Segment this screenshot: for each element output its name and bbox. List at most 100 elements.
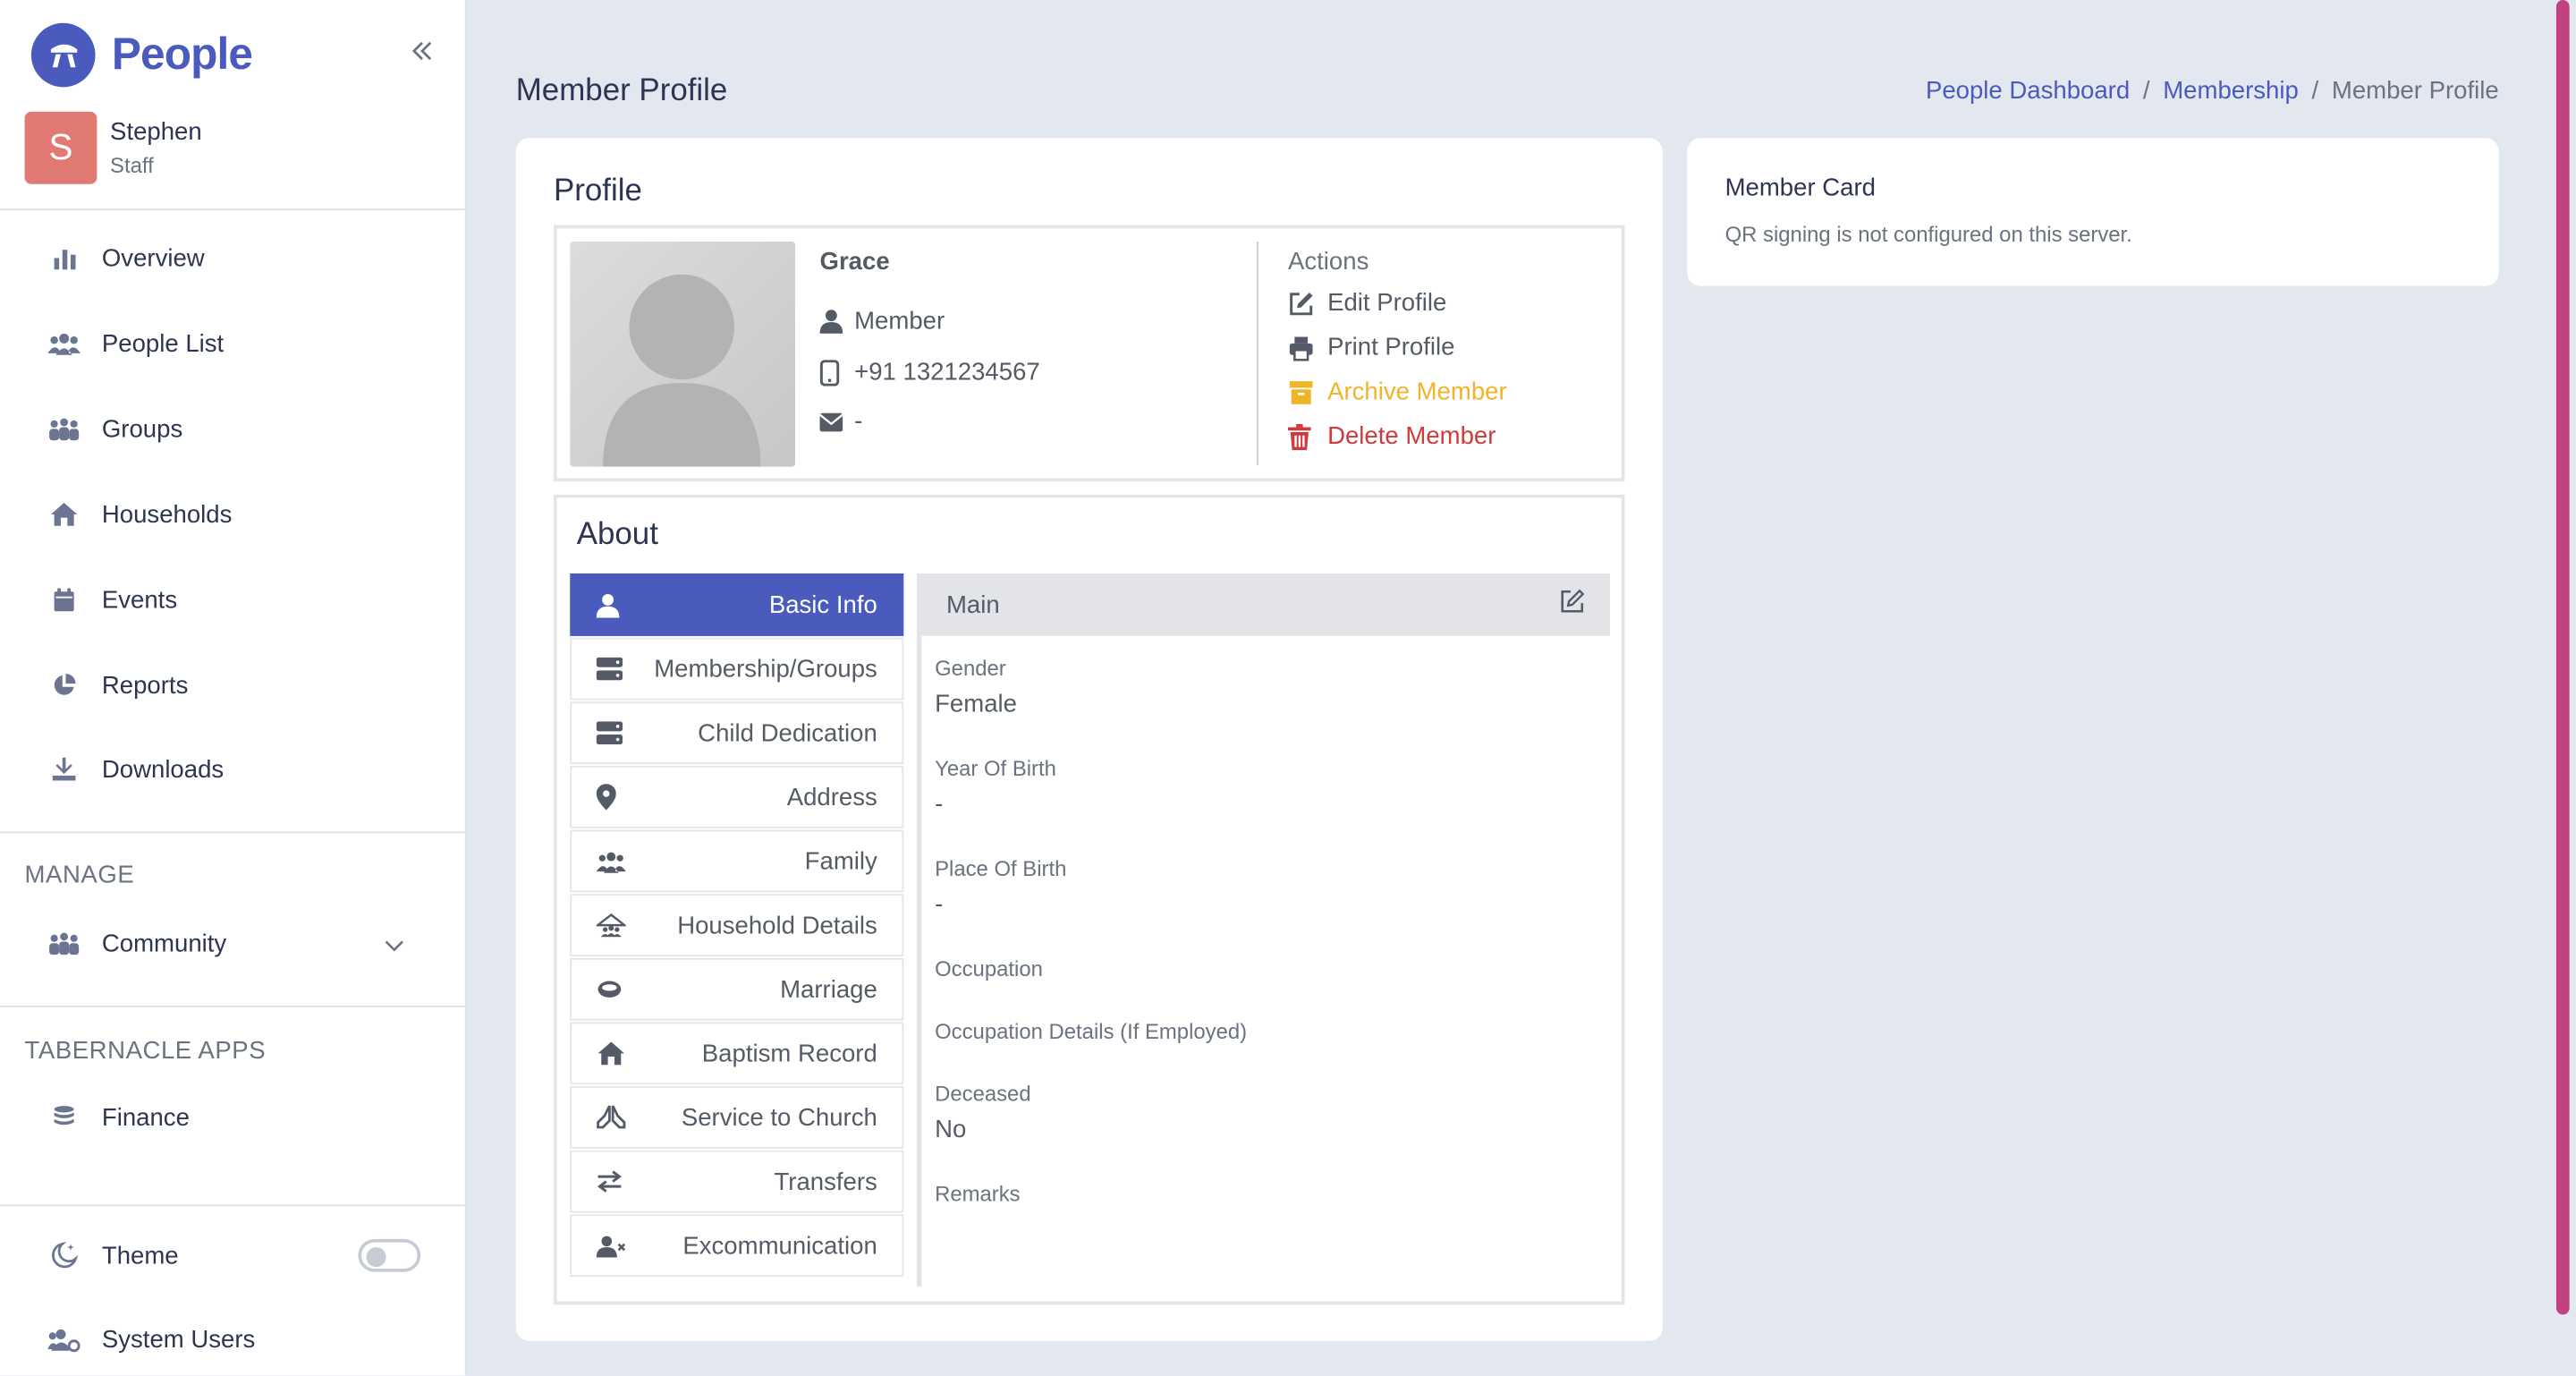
nav-label: People List [101, 329, 225, 358]
server-icon [596, 721, 626, 745]
breadcrumb-current: Member Profile [2331, 77, 2499, 106]
nav-groups[interactable]: Groups [46, 406, 182, 452]
breadcrumb-membership[interactable]: Membership [2163, 77, 2299, 105]
main-section-header: Main [916, 573, 1610, 636]
logo-icon [30, 22, 96, 88]
email-row: - [819, 407, 863, 436]
mobile-icon [819, 359, 843, 386]
nav-community[interactable]: Community [46, 921, 226, 966]
family-icon [596, 849, 626, 874]
user-remove-icon [596, 1233, 626, 1258]
printer-icon [1288, 335, 1314, 361]
nav-people-list[interactable]: People List [46, 320, 224, 366]
collapse-sidebar-icon[interactable] [411, 36, 436, 69]
brand[interactable]: People [30, 22, 253, 88]
user-icon [596, 592, 626, 617]
users-icon [46, 328, 81, 358]
actions-title: Actions [1288, 248, 1369, 276]
actions-divider [1257, 242, 1258, 465]
delete-member-label: Delete Member [1327, 422, 1496, 451]
nav-label: Events [101, 585, 178, 615]
tab-label: Household Details [677, 911, 877, 939]
edit-icon[interactable] [1559, 589, 1585, 622]
archive-member-button[interactable]: Archive Member [1288, 378, 1507, 406]
tab-address[interactable]: Address [570, 765, 904, 828]
nav-reports[interactable]: Reports [46, 662, 188, 708]
field-label: Gender [935, 655, 1006, 681]
transfer-icon [597, 1170, 626, 1193]
nav-events[interactable]: Events [46, 577, 177, 623]
tab-family[interactable]: Family [570, 829, 904, 893]
field-value: - [935, 790, 944, 819]
breadcrumb-separator: / [2142, 77, 2150, 106]
chevron-down-icon[interactable] [383, 933, 406, 956]
pie-chart-icon [46, 670, 81, 700]
tab-label: Service to Church [681, 1103, 877, 1132]
field-label: Occupation Details (If Employed) [935, 1018, 1248, 1044]
coins-icon [46, 1102, 81, 1132]
tab-marriage[interactable]: Marriage [570, 957, 904, 1021]
page-title: Member Profile [515, 73, 728, 109]
household-icon [596, 912, 626, 938]
print-profile-button[interactable]: Print Profile [1288, 334, 1454, 361]
nav-label: Households [101, 500, 233, 529]
edit-profile-button[interactable]: Edit Profile [1288, 289, 1446, 317]
divider [0, 831, 465, 834]
user-profile[interactable]: S Stephen Staff [24, 111, 202, 184]
divider [0, 1204, 465, 1207]
tab-excommunication[interactable]: Excommunication [570, 1214, 904, 1278]
delete-member-button[interactable]: Delete Member [1288, 422, 1496, 450]
nav-downloads[interactable]: Downloads [46, 746, 224, 792]
detail-divider [916, 635, 922, 1287]
nav-label: Overview [101, 243, 205, 272]
church-icon [597, 1040, 626, 1066]
archive-icon [1288, 378, 1314, 404]
field-value: - [935, 890, 944, 919]
calendar-icon [46, 585, 81, 615]
theme-toggle[interactable] [358, 1238, 421, 1272]
nav-finance[interactable]: Finance [46, 1094, 190, 1140]
avatar: S [24, 111, 97, 184]
trash-icon [1288, 422, 1314, 450]
praying-hands-icon [597, 1104, 626, 1130]
user-icon [819, 309, 843, 334]
nav-label: Community [101, 929, 227, 957]
tab-service-to-church[interactable]: Service to Church [570, 1086, 904, 1149]
tab-label: Membership/Groups [654, 654, 877, 684]
moon-stars-icon [46, 1241, 81, 1270]
tab-transfers[interactable]: Transfers [570, 1150, 904, 1213]
theme-label: Theme [101, 1241, 179, 1270]
field-label: Occupation [935, 956, 1043, 981]
users-cog-icon [46, 1324, 81, 1354]
nav-label: System Users [101, 1325, 256, 1354]
tab-label: Child Dedication [698, 718, 877, 747]
edit-icon [1288, 290, 1314, 316]
field-value: No [935, 1116, 967, 1144]
member-email: - [854, 407, 863, 436]
nav-label: Reports [101, 671, 189, 700]
nav-theme: Theme [46, 1233, 179, 1278]
member-name: Grace [819, 248, 890, 276]
divider [0, 208, 465, 211]
breadcrumb-people-dashboard[interactable]: People Dashboard [1926, 77, 2130, 105]
member-phone: +91 1321234567 [854, 358, 1040, 386]
tab-basic-info[interactable]: Basic Info [570, 573, 904, 636]
nav-system-users[interactable]: System Users [46, 1316, 255, 1362]
page-scrollbar[interactable] [2555, 0, 2570, 1315]
tab-household-details[interactable]: Household Details [570, 894, 904, 956]
map-pin-icon [596, 784, 626, 811]
nav-label: Groups [101, 414, 183, 443]
app-name: People [111, 30, 253, 80]
tab-baptism-record[interactable]: Baptism Record [570, 1022, 904, 1085]
toggle-knob [366, 1247, 386, 1268]
tab-label: Transfers [774, 1168, 877, 1196]
tab-label: Baptism Record [701, 1039, 877, 1067]
profile-summary: Grace Member +91 1321234567 - Actions Ed… [553, 225, 1625, 482]
tab-child-dedication[interactable]: Child Dedication [570, 701, 904, 765]
field-label: Deceased [935, 1081, 1031, 1107]
manage-section-title: MANAGE [24, 861, 135, 889]
edit-profile-label: Edit Profile [1327, 289, 1447, 318]
nav-overview[interactable]: Overview [46, 235, 205, 281]
tab-membership-groups[interactable]: Membership/Groups [570, 637, 904, 701]
nav-households[interactable]: Households [46, 491, 232, 537]
